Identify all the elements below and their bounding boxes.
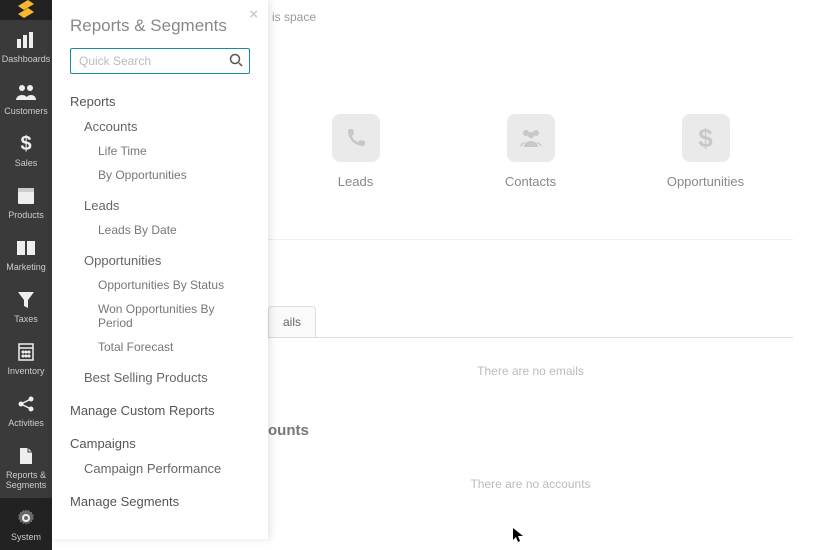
- accounts-heading: ounts: [268, 404, 793, 449]
- sidebar-item-customers[interactable]: Customers: [0, 72, 52, 124]
- feature-cards: Leads Contacts $ Opportunities: [268, 24, 793, 229]
- emails-empty: There are no emails: [268, 337, 793, 404]
- sidebar-item-label: Marketing: [6, 262, 46, 272]
- tree-campaigns[interactable]: Campaigns: [70, 434, 250, 453]
- tree-leads[interactable]: Leads: [84, 196, 250, 215]
- app-logo[interactable]: [0, 0, 52, 20]
- sidebar-item-activities[interactable]: Activities: [0, 384, 52, 436]
- tree-by-opportunities[interactable]: By Opportunities: [98, 166, 250, 184]
- card-label: Opportunities: [638, 174, 773, 189]
- tree-reports[interactable]: Reports: [70, 92, 250, 111]
- box-icon: [14, 184, 38, 208]
- users-icon: [14, 80, 38, 104]
- tree-best-selling-products[interactable]: Best Selling Products: [84, 368, 250, 387]
- card-label: Contacts: [463, 174, 598, 189]
- sidebar-item-label: Customers: [4, 106, 48, 116]
- panel-title: Reports & Segments: [70, 16, 250, 36]
- bar-chart-icon: [14, 28, 38, 52]
- sidebar-item-label: Taxes: [14, 314, 38, 324]
- card-contacts[interactable]: Contacts: [463, 114, 598, 189]
- sidebar-item-system[interactable]: System: [0, 498, 52, 550]
- card-opportunities[interactable]: $ Opportunities: [638, 114, 773, 189]
- tree-campaign-performance[interactable]: Campaign Performance: [84, 459, 250, 478]
- tree: Reports Accounts Life Time By Opportunit…: [70, 92, 250, 511]
- close-button[interactable]: ×: [249, 6, 258, 23]
- funnel-icon: [14, 288, 38, 312]
- sidebar-item-taxes[interactable]: Taxes: [0, 280, 52, 332]
- tree-manage-custom-reports[interactable]: Manage Custom Reports: [70, 401, 250, 420]
- gear-icon: [14, 506, 38, 530]
- breadcrumb-hint: is space: [268, 0, 793, 24]
- sidebar-item-label: Products: [8, 210, 44, 220]
- card-leads[interactable]: Leads: [288, 114, 423, 189]
- tree-opps-by-status[interactable]: Opportunities By Status: [98, 276, 250, 294]
- sidebar-item-inventory[interactable]: Inventory: [0, 332, 52, 384]
- reports-panel: × Reports & Segments Reports Accounts Li…: [52, 0, 268, 539]
- tree-total-forecast[interactable]: Total Forecast: [98, 338, 250, 356]
- search-wrap: [70, 48, 250, 74]
- tree-accounts[interactable]: Accounts: [84, 117, 250, 136]
- sidebar: Dashboards Customers $ Sales Products Ma…: [0, 0, 52, 539]
- dollar-icon: $: [682, 114, 730, 162]
- tree-life-time[interactable]: Life Time: [98, 142, 250, 160]
- sidebar-item-label: Inventory: [7, 366, 44, 376]
- accounts-empty: There are no accounts: [268, 449, 793, 499]
- sidebar-item-label: Dashboards: [2, 54, 51, 64]
- calculator-icon: [14, 340, 38, 364]
- sidebar-item-reports-segments[interactable]: Reports & Segments: [0, 436, 52, 498]
- book-icon: [14, 236, 38, 260]
- sidebar-item-marketing[interactable]: Marketing: [0, 228, 52, 280]
- tree-manage-segments[interactable]: Manage Segments: [70, 492, 250, 511]
- sidebar-item-label: Activities: [8, 418, 44, 428]
- sidebar-item-sales[interactable]: $ Sales: [0, 124, 52, 176]
- phone-icon: [332, 114, 380, 162]
- share-icon: [14, 392, 38, 416]
- group-icon: [507, 114, 555, 162]
- sidebar-item-label: System: [11, 532, 41, 542]
- search-icon[interactable]: [229, 53, 243, 70]
- tab-emails[interactable]: ails: [268, 306, 316, 337]
- tabs: ails: [268, 306, 793, 337]
- dollar-icon: $: [14, 132, 38, 156]
- search-input[interactable]: [70, 48, 250, 74]
- file-icon: [14, 444, 38, 468]
- sidebar-item-dashboards[interactable]: Dashboards: [0, 20, 52, 72]
- tree-leads-by-date[interactable]: Leads By Date: [98, 221, 250, 239]
- sidebar-item-products[interactable]: Products: [0, 176, 52, 228]
- tree-won-opps-by-period[interactable]: Won Opportunities By Period: [98, 300, 238, 332]
- divider: [268, 239, 793, 240]
- logo-icon: [16, 0, 36, 20]
- tree-opportunities[interactable]: Opportunities: [84, 251, 250, 270]
- card-label: Leads: [288, 174, 423, 189]
- sidebar-item-label: Reports & Segments: [0, 470, 52, 490]
- sidebar-item-label: Sales: [15, 158, 38, 168]
